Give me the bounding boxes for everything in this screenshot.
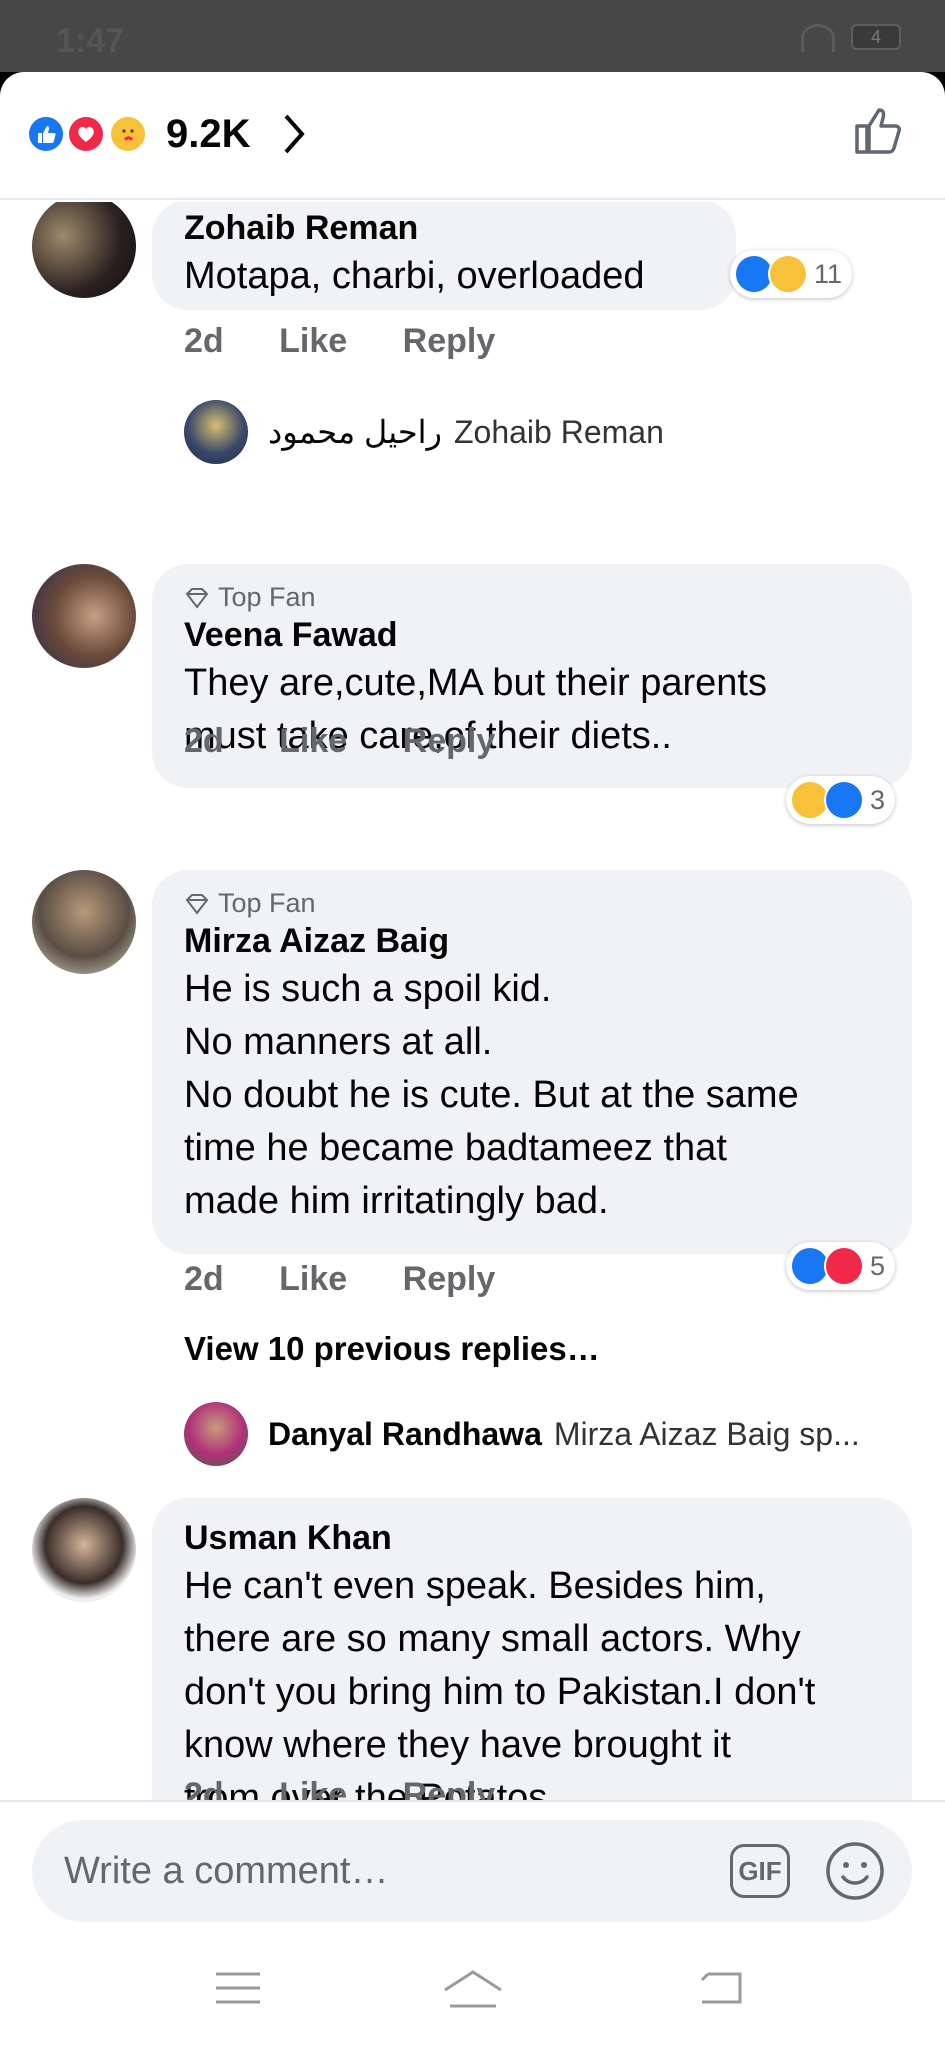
wifi-icon xyxy=(801,24,835,52)
reaction-summary[interactable]: 11 xyxy=(730,250,853,298)
commenter-name[interactable]: Zohaib Reman xyxy=(184,206,704,250)
comment-bubble[interactable]: Zohaib Reman Motapa, charbi, overloaded xyxy=(152,202,736,310)
avatar xyxy=(184,400,248,464)
like-link[interactable]: Like xyxy=(279,1776,347,1800)
top-fan-badge: Top Fan xyxy=(184,582,880,613)
avatar[interactable] xyxy=(32,1498,136,1602)
comment-text-line: know where they have brought it xyxy=(184,1724,732,1766)
love-icon xyxy=(66,114,106,154)
avatar[interactable] xyxy=(32,564,136,668)
system-nav-bar xyxy=(0,1940,945,2048)
battery-icon: 4 xyxy=(851,24,901,50)
comment-time: 2d xyxy=(184,1260,224,1298)
love-icon xyxy=(824,1246,864,1286)
reply-author[interactable]: راحیل محمود xyxy=(268,413,442,451)
home-icon[interactable] xyxy=(442,1968,504,2017)
emoji-icon[interactable] xyxy=(824,1840,886,1907)
reply-link[interactable]: Reply xyxy=(403,1776,496,1800)
reactions-header[interactable]: 9.2K xyxy=(0,72,945,200)
like-icon xyxy=(824,780,864,820)
comment-time: 2d xyxy=(184,1776,224,1800)
commenter-name[interactable]: Usman Khan xyxy=(184,1516,880,1560)
status-time: 1:47 xyxy=(56,22,125,60)
menu-icon[interactable] xyxy=(214,1968,262,2013)
comment-text-line: time he became badtameez that xyxy=(184,1127,727,1169)
comment-text-line: They are,cute,MA but their parents xyxy=(184,662,767,704)
reply-preview[interactable]: راحیل محمود Zohaib Reman xyxy=(184,400,664,464)
reply-link[interactable]: Reply xyxy=(403,1260,496,1298)
comment-composer: Write a comment… GIF xyxy=(0,1800,945,1940)
reaction-count: 11 xyxy=(814,258,843,289)
reply-text: Zohaib Reman xyxy=(453,413,664,450)
reply-link[interactable]: Reply xyxy=(403,722,496,760)
like-link[interactable]: Like xyxy=(279,1260,347,1298)
status-bar: 1:47 4 xyxy=(0,0,945,72)
reaction-count: 3 xyxy=(870,784,886,815)
reaction-count: 5 xyxy=(870,1250,886,1281)
comment-text-line: He can't even speak. Besides him, xyxy=(184,1565,766,1607)
reaction-summary[interactable]: 5 xyxy=(786,1242,896,1290)
reaction-count[interactable]: 9.2K xyxy=(166,112,251,157)
commenter-name[interactable]: Veena Fawad xyxy=(184,613,880,657)
like-link[interactable]: Like xyxy=(279,322,347,360)
comment-list[interactable]: Zohaib Reman Motapa, charbi, overloaded … xyxy=(0,202,945,1800)
top-fan-label: Top Fan xyxy=(218,582,316,612)
avatar xyxy=(184,1402,248,1466)
comments-sheet: 9.2K Zohaib Reman Motapa, charbi, overlo… xyxy=(0,72,945,2048)
comment-placeholder[interactable]: Write a comment… xyxy=(64,1850,388,1893)
comment-bubble[interactable]: Usman Khan He can't even speak. Besides … xyxy=(152,1498,912,1800)
care-icon xyxy=(108,114,148,154)
comment-actions: 2d Like Reply xyxy=(184,1776,541,1800)
comment-text-line: No doubt he is cute. But at the same xyxy=(184,1074,799,1116)
thumbs-up-icon[interactable] xyxy=(851,102,907,163)
comment-actions: 2d Like Reply xyxy=(184,322,541,361)
comment-text-line: No manners at all. xyxy=(184,1021,493,1063)
commenter-name[interactable]: Mirza Aizaz Baig xyxy=(184,919,880,963)
diamond-icon xyxy=(185,893,209,915)
like-link[interactable]: Like xyxy=(279,722,347,760)
reply-author[interactable]: Danyal Randhawa xyxy=(268,1416,542,1453)
back-icon[interactable] xyxy=(696,1968,746,2013)
view-previous-replies-link[interactable]: View 10 previous replies… xyxy=(184,1330,600,1368)
comment-text-line: He is such a spoil kid. xyxy=(184,968,552,1010)
avatar[interactable] xyxy=(32,202,136,298)
comment-time: 2d xyxy=(184,322,224,360)
reply-text: Mirza Aizaz Baig sp... xyxy=(553,1415,860,1452)
comment-text-line: don't you bring him to Pakistan.I don't xyxy=(184,1671,816,1713)
comment-text-line: made him irritatingly bad. xyxy=(184,1180,609,1222)
like-icon xyxy=(26,114,66,154)
comment-bubble[interactable]: Top Fan Mirza Aizaz Baig He is such a sp… xyxy=(152,870,912,1254)
comment-actions: 2d Like Reply xyxy=(184,722,541,761)
haha-icon xyxy=(768,254,808,294)
comment-actions: 2d Like Reply xyxy=(184,1260,541,1299)
reaction-summary[interactable]: 3 xyxy=(786,776,896,824)
comment-text-line: there are so many small actors. Why xyxy=(184,1618,801,1660)
top-fan-badge: Top Fan xyxy=(184,888,880,919)
diamond-icon xyxy=(185,587,209,609)
reply-link[interactable]: Reply xyxy=(403,322,496,360)
top-fan-label: Top Fan xyxy=(218,888,316,918)
avatar[interactable] xyxy=(32,870,136,974)
chevron-right-icon[interactable] xyxy=(282,112,306,161)
gif-button[interactable]: GIF xyxy=(730,1844,790,1898)
comment-text: Motapa, charbi, overloaded xyxy=(184,255,645,297)
comment-time: 2d xyxy=(184,722,224,760)
comment-input[interactable]: Write a comment… GIF xyxy=(32,1820,912,1922)
reply-preview[interactable]: Danyal Randhawa Mirza Aizaz Baig sp... xyxy=(184,1402,860,1466)
